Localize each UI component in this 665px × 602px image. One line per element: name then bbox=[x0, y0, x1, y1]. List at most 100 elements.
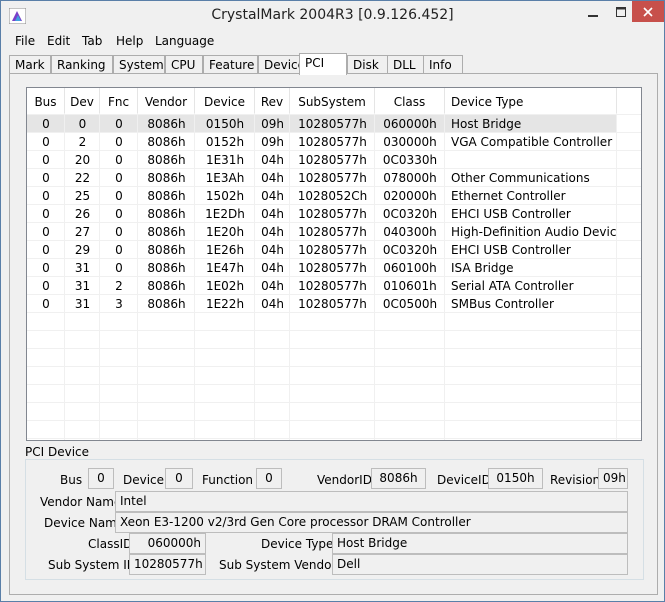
table-row[interactable]: 0 29 0 8086h 1E26h 04h 10280577h 0C0320h EHCI US… bbox=[27, 241, 617, 259]
table-cell-device: 1E20h bbox=[205, 225, 245, 239]
table-cell-class: 030000h bbox=[383, 135, 437, 149]
table-cell-device: 0152h bbox=[205, 135, 245, 149]
tab-feature[interactable]: Feature bbox=[203, 55, 258, 74]
tab-info[interactable]: Info bbox=[423, 55, 463, 74]
column-header-device[interactable]: Device bbox=[195, 88, 255, 113]
table-cell-bus: 0 bbox=[42, 153, 50, 167]
close-icon bbox=[643, 6, 653, 17]
device-id-field[interactable]: 0150h bbox=[488, 468, 543, 489]
tab-ranking[interactable]: Ranking bbox=[51, 55, 113, 74]
table-cell-vendor: 8086h bbox=[147, 135, 186, 149]
maximize-button[interactable] bbox=[607, 1, 635, 22]
function-field[interactable]: 0 bbox=[256, 468, 282, 489]
table-cell-fnc: 0 bbox=[115, 153, 123, 167]
class-id-field[interactable]: 060000h bbox=[129, 533, 206, 554]
menu-edit[interactable]: Edit bbox=[47, 34, 70, 48]
revision-field[interactable]: 09h bbox=[598, 468, 628, 489]
bus-field[interactable]: 0 bbox=[88, 468, 114, 489]
table-row[interactable]: 0 20 0 8086h 1E31h 04h 10280577h 0C0330h bbox=[27, 151, 617, 169]
table-row[interactable]: 0 27 0 8086h 1E20h 04h 10280577h 040300h High-De… bbox=[27, 223, 617, 241]
column-header-subsystem[interactable]: SubSystem bbox=[290, 88, 375, 113]
table-cell-rev: 04h bbox=[261, 207, 284, 221]
device-name-field[interactable]: Xeon E3-1200 v2/3rd Gen Core processor D… bbox=[115, 512, 628, 533]
grid-line bbox=[27, 402, 641, 403]
table-cell-subsystem: 10280577h bbox=[298, 297, 367, 311]
table-cell-class: 0C0500h bbox=[382, 297, 438, 311]
menu-tab[interactable]: Tab bbox=[82, 34, 102, 48]
menu-file[interactable]: File bbox=[15, 34, 35, 48]
column-header-device-type[interactable]: Device Type bbox=[445, 88, 617, 113]
table-cell-rev: 04h bbox=[261, 243, 284, 257]
grid-line bbox=[27, 384, 641, 385]
table-cell-device-type: EHCI USB Controller bbox=[451, 207, 571, 221]
grid-line bbox=[27, 330, 641, 331]
sub-system-vendor-label: Sub System Vendor bbox=[219, 558, 337, 572]
table-cell-device: 0150h bbox=[205, 117, 245, 131]
table-row[interactable]: 0 2 0 8086h 0152h 09h 10280577h 030000h VGA Comp… bbox=[27, 133, 617, 151]
vendor-name-field[interactable]: Intel bbox=[115, 491, 628, 512]
vendor-id-field[interactable]: 8086h bbox=[371, 468, 426, 489]
tab-cpu[interactable]: CPU bbox=[165, 55, 203, 74]
table-cell-device-type: Host Bridge bbox=[451, 117, 522, 131]
table-cell-dev: 29 bbox=[74, 243, 91, 257]
table-cell-fnc: 0 bbox=[115, 207, 123, 221]
minimize-button[interactable] bbox=[579, 1, 607, 22]
sub-system-id-field[interactable]: 10280577h bbox=[129, 554, 206, 575]
column-header-dev[interactable]: Dev bbox=[65, 88, 100, 113]
table-cell-class: 010601h bbox=[383, 279, 437, 293]
table-cell-subsystem: 10280577h bbox=[298, 153, 367, 167]
table-cell-device: 1E47h bbox=[205, 261, 245, 275]
table-row[interactable]: 0 25 0 8086h 1502h 04h 1028052Ch 020000h Etherne… bbox=[27, 187, 617, 205]
grid-line bbox=[27, 276, 641, 277]
column-header-bus[interactable]: Bus bbox=[27, 88, 65, 113]
table-cell-subsystem: 10280577h bbox=[298, 171, 367, 185]
device-field[interactable]: 0 bbox=[165, 468, 193, 489]
grid-line bbox=[64, 113, 65, 440]
pci-device-list[interactable]: Bus Dev Fnc Vendor Device Rev SubSystem … bbox=[26, 87, 642, 441]
table-cell-dev: 20 bbox=[74, 153, 91, 167]
table-cell-fnc: 0 bbox=[115, 225, 123, 239]
column-header-fnc[interactable]: Fnc bbox=[100, 88, 138, 113]
column-header-vendor[interactable]: Vendor bbox=[138, 88, 195, 113]
table-cell-device: 1E2Dh bbox=[205, 207, 245, 221]
grid-line bbox=[27, 204, 641, 205]
grid-line bbox=[27, 240, 641, 241]
grid-line bbox=[27, 168, 641, 169]
tab-dll[interactable]: DLL bbox=[387, 55, 427, 74]
menu-help[interactable]: Help bbox=[116, 34, 143, 48]
grid-line bbox=[27, 366, 641, 367]
tab-device[interactable]: Device bbox=[258, 55, 305, 74]
tab-mark[interactable]: Mark bbox=[9, 55, 51, 74]
grid-line bbox=[27, 420, 641, 421]
column-header-class[interactable]: Class bbox=[375, 88, 445, 113]
table-row[interactable]: 0 0 0 8086h 0150h 09h 10280577h 060000h Host Bri… bbox=[27, 115, 617, 133]
table-row[interactable]: 0 26 0 8086h 1E2Dh 04h 10280577h 0C0320h EHCI US… bbox=[27, 205, 617, 223]
table-cell-class: 078000h bbox=[383, 171, 437, 185]
table-row[interactable]: 0 31 3 8086h 1E22h 04h 10280577h 0C0500h SMBus C… bbox=[27, 295, 617, 313]
table-cell-vendor: 8086h bbox=[147, 279, 186, 293]
table-cell-bus: 0 bbox=[42, 261, 50, 275]
table-row[interactable]: 0 31 0 8086h 1E47h 04h 10280577h 060100h ISA Bri… bbox=[27, 259, 617, 277]
tab-pci[interactable]: PCI bbox=[299, 53, 347, 75]
table-cell-rev: 04h bbox=[261, 189, 284, 203]
table-cell-dev: 0 bbox=[78, 117, 87, 131]
device-type-field[interactable]: Host Bridge bbox=[332, 533, 628, 554]
tab-system[interactable]: System bbox=[113, 55, 165, 74]
sub-system-vendor-field[interactable]: Dell bbox=[332, 554, 628, 575]
maximize-icon bbox=[616, 6, 626, 17]
tab-disk[interactable]: Disk bbox=[347, 55, 389, 74]
close-button[interactable] bbox=[632, 1, 664, 22]
menu-language[interactable]: Language bbox=[155, 34, 214, 48]
table-cell-rev: 04h bbox=[261, 153, 284, 167]
minimize-icon bbox=[588, 14, 598, 17]
table-cell-bus: 0 bbox=[42, 207, 50, 221]
table-cell-dev: 22 bbox=[74, 171, 91, 185]
table-cell-rev: 04h bbox=[261, 171, 284, 185]
table-cell-device-type: EHCI USB Controller bbox=[451, 243, 571, 257]
column-header-rev[interactable]: Rev bbox=[255, 88, 290, 113]
table-row[interactable]: 0 31 2 8086h 1E02h 04h 10280577h 010601h Serial … bbox=[27, 277, 617, 295]
table-cell-fnc: 0 bbox=[115, 171, 123, 185]
table-row[interactable]: 0 22 0 8086h 1E3Ah 04h 10280577h 078000h Other C… bbox=[27, 169, 617, 187]
grid-line bbox=[289, 113, 290, 440]
table-cell-device: 1E3Ah bbox=[205, 171, 245, 185]
